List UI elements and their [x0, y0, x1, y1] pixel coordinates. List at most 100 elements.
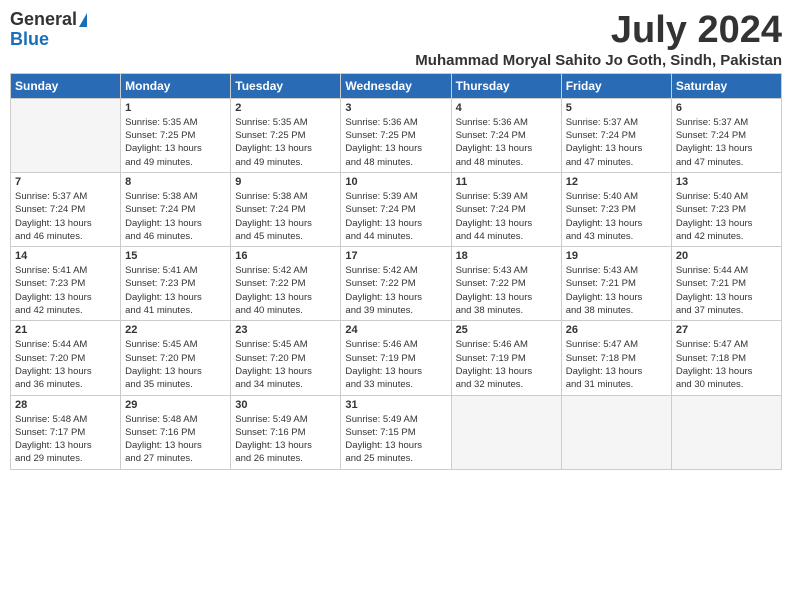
day-number: 14: [15, 250, 116, 262]
day-info: Sunrise: 5:38 AM Sunset: 7:24 PM Dayligh…: [235, 190, 336, 243]
calendar-cell: [451, 395, 561, 469]
logo-triangle-icon: [79, 13, 87, 27]
day-number: 4: [456, 102, 557, 114]
calendar-week-row: 28 Sunrise: 5:48 AM Sunset: 7:17 PM Dayli…: [11, 395, 782, 469]
day-number: 29: [125, 399, 226, 411]
calendar-cell: 20 Sunrise: 5:44 AM Sunset: 7:21 PM Dayli…: [671, 247, 781, 321]
calendar-cell: 19 Sunrise: 5:43 AM Sunset: 7:21 PM Dayli…: [561, 247, 671, 321]
day-number: 28: [15, 399, 116, 411]
day-number: 6: [676, 102, 777, 114]
day-header-sunday: Sunday: [11, 73, 121, 98]
day-number: 1: [125, 102, 226, 114]
day-number: 9: [235, 176, 336, 188]
calendar-cell: [671, 395, 781, 469]
day-info: Sunrise: 5:40 AM Sunset: 7:23 PM Dayligh…: [566, 190, 667, 243]
day-info: Sunrise: 5:48 AM Sunset: 7:17 PM Dayligh…: [15, 413, 116, 466]
day-info: Sunrise: 5:46 AM Sunset: 7:19 PM Dayligh…: [345, 338, 446, 391]
day-info: Sunrise: 5:40 AM Sunset: 7:23 PM Dayligh…: [676, 190, 777, 243]
subtitle: Muhammad Moryal Sahito Jo Goth, Sindh, P…: [415, 52, 782, 69]
calendar-cell: 13 Sunrise: 5:40 AM Sunset: 7:23 PM Dayli…: [671, 172, 781, 246]
day-number: 12: [566, 176, 667, 188]
day-info: Sunrise: 5:39 AM Sunset: 7:24 PM Dayligh…: [456, 190, 557, 243]
day-number: 5: [566, 102, 667, 114]
calendar-cell: 16 Sunrise: 5:42 AM Sunset: 7:22 PM Dayli…: [231, 247, 341, 321]
calendar-cell: 18Sunrise: 5:43 AM Sunset: 7:22 PM Dayli…: [451, 247, 561, 321]
day-info: Sunrise: 5:48 AM Sunset: 7:16 PM Dayligh…: [125, 413, 226, 466]
day-header-saturday: Saturday: [671, 73, 781, 98]
calendar-week-row: 14 Sunrise: 5:41 AM Sunset: 7:23 PM Dayli…: [11, 247, 782, 321]
calendar-week-row: 7 Sunrise: 5:37 AM Sunset: 7:24 PM Daylig…: [11, 172, 782, 246]
calendar-cell: 31 Sunrise: 5:49 AM Sunset: 7:15 PM Dayli…: [341, 395, 451, 469]
day-info: Sunrise: 5:42 AM Sunset: 7:22 PM Dayligh…: [235, 264, 336, 317]
day-info: Sunrise: 5:43 AM Sunset: 7:21 PM Dayligh…: [566, 264, 667, 317]
day-info: Sunrise: 5:44 AM Sunset: 7:21 PM Dayligh…: [676, 264, 777, 317]
logo-blue: Blue: [10, 30, 49, 50]
day-number: 17: [345, 250, 446, 262]
day-number: 26: [566, 324, 667, 336]
calendar-cell: 10 Sunrise: 5:39 AM Sunset: 7:24 PM Dayli…: [341, 172, 451, 246]
day-number: 19: [566, 250, 667, 262]
day-info: Sunrise: 5:46 AM Sunset: 7:19 PM Dayligh…: [456, 338, 557, 391]
calendar-cell: 7 Sunrise: 5:37 AM Sunset: 7:24 PM Daylig…: [11, 172, 121, 246]
day-number: 31: [345, 399, 446, 411]
calendar-week-row: 21Sunrise: 5:44 AM Sunset: 7:20 PM Dayli…: [11, 321, 782, 395]
day-number: 23: [235, 324, 336, 336]
day-info: Sunrise: 5:42 AM Sunset: 7:22 PM Dayligh…: [345, 264, 446, 317]
day-number: 27: [676, 324, 777, 336]
calendar-cell: 6 Sunrise: 5:37 AM Sunset: 7:24 PM Daylig…: [671, 98, 781, 172]
day-info: Sunrise: 5:38 AM Sunset: 7:24 PM Dayligh…: [125, 190, 226, 243]
calendar-cell: 30 Sunrise: 5:49 AM Sunset: 7:16 PM Dayli…: [231, 395, 341, 469]
day-info: Sunrise: 5:41 AM Sunset: 7:23 PM Dayligh…: [125, 264, 226, 317]
day-info: Sunrise: 5:44 AM Sunset: 7:20 PM Dayligh…: [15, 338, 116, 391]
day-number: 13: [676, 176, 777, 188]
day-header-tuesday: Tuesday: [231, 73, 341, 98]
calendar-cell: 26 Sunrise: 5:47 AM Sunset: 7:18 PM Dayli…: [561, 321, 671, 395]
day-header-wednesday: Wednesday: [341, 73, 451, 98]
day-info: Sunrise: 5:39 AM Sunset: 7:24 PM Dayligh…: [345, 190, 446, 243]
day-info: Sunrise: 5:37 AM Sunset: 7:24 PM Dayligh…: [676, 116, 777, 169]
calendar-cell: 21Sunrise: 5:44 AM Sunset: 7:20 PM Dayli…: [11, 321, 121, 395]
calendar-cell: 23Sunrise: 5:45 AM Sunset: 7:20 PM Dayli…: [231, 321, 341, 395]
day-number: 16: [235, 250, 336, 262]
day-number: 30: [235, 399, 336, 411]
day-info: Sunrise: 5:47 AM Sunset: 7:18 PM Dayligh…: [566, 338, 667, 391]
day-info: Sunrise: 5:37 AM Sunset: 7:24 PM Dayligh…: [15, 190, 116, 243]
logo: General Blue: [10, 10, 87, 50]
day-number: 8: [125, 176, 226, 188]
calendar-cell: 17 Sunrise: 5:42 AM Sunset: 7:22 PM Dayli…: [341, 247, 451, 321]
calendar-cell: [11, 98, 121, 172]
calendar-header-row: SundayMondayTuesdayWednesdayThursdayFrid…: [11, 73, 782, 98]
calendar-cell: 1Sunrise: 5:35 AM Sunset: 7:25 PM Daylig…: [121, 98, 231, 172]
calendar-week-row: 1 Sunrise: 5:35 AM Sunset: 7:25 PM Daylig…: [11, 98, 782, 172]
calendar: SundayMondayTuesdayWednesdayThursdayFrid…: [10, 73, 782, 470]
calendar-cell: 29 Sunrise: 5:48 AM Sunset: 7:16 PM Dayli…: [121, 395, 231, 469]
main-title: July 2024: [415, 10, 782, 52]
calendar-cell: 27Sunrise: 5:47 AM Sunset: 7:18 PM Dayli…: [671, 321, 781, 395]
calendar-cell: 12 Sunrise: 5:40 AM Sunset: 7:23 PM Dayli…: [561, 172, 671, 246]
day-header-friday: Friday: [561, 73, 671, 98]
day-info: Sunrise: 5:49 AM Sunset: 7:15 PM Dayligh…: [345, 413, 446, 466]
calendar-cell: 3Sunrise: 5:36 AM Sunset: 7:25 PM Daylig…: [341, 98, 451, 172]
calendar-cell: 2 Sunrise: 5:35 AM Sunset: 7:25 PM Daylig…: [231, 98, 341, 172]
day-number: 20: [676, 250, 777, 262]
day-info: Sunrise: 5:35 AM Sunset: 7:25 PM Dayligh…: [235, 116, 336, 169]
day-number: 24: [345, 324, 446, 336]
day-number: 7: [15, 176, 116, 188]
calendar-cell: 28 Sunrise: 5:48 AM Sunset: 7:17 PM Dayli…: [11, 395, 121, 469]
day-info: Sunrise: 5:41 AM Sunset: 7:23 PM Dayligh…: [15, 264, 116, 317]
day-number: 11: [456, 176, 557, 188]
day-info: Sunrise: 5:49 AM Sunset: 7:16 PM Dayligh…: [235, 413, 336, 466]
calendar-cell: 25Sunrise: 5:46 AM Sunset: 7:19 PM Dayli…: [451, 321, 561, 395]
day-number: 22: [125, 324, 226, 336]
calendar-cell: 11 Sunrise: 5:39 AM Sunset: 7:24 PM Dayli…: [451, 172, 561, 246]
title-block: July 2024 Muhammad Moryal Sahito Jo Goth…: [415, 10, 782, 69]
day-number: 10: [345, 176, 446, 188]
calendar-cell: 24 Sunrise: 5:46 AM Sunset: 7:19 PM Dayli…: [341, 321, 451, 395]
day-number: 3: [345, 102, 446, 114]
day-number: 18: [456, 250, 557, 262]
day-header-thursday: Thursday: [451, 73, 561, 98]
day-number: 15: [125, 250, 226, 262]
day-info: Sunrise: 5:45 AM Sunset: 7:20 PM Dayligh…: [125, 338, 226, 391]
day-number: 2: [235, 102, 336, 114]
calendar-cell: 15 Sunrise: 5:41 AM Sunset: 7:23 PM Dayli…: [121, 247, 231, 321]
